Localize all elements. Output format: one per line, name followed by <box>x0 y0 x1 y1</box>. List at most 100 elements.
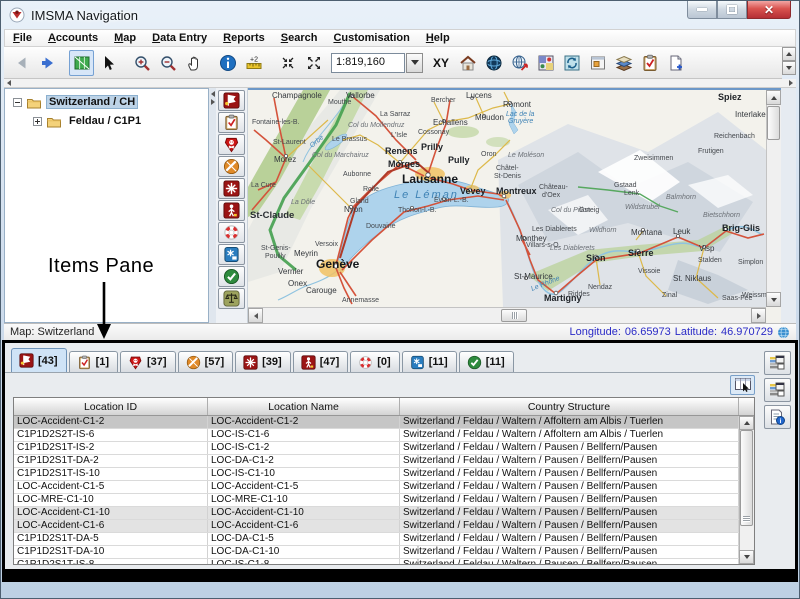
extent-out-button[interactable] <box>301 50 326 76</box>
map-select-button[interactable] <box>69 50 94 76</box>
map-hscroll-thumb[interactable] <box>501 309 527 322</box>
hazard-reduction-button[interactable] <box>218 156 245 177</box>
collapse-left-icon[interactable] <box>211 91 215 97</box>
maximize-button[interactable] <box>717 1 747 19</box>
table-row[interactable]: LOC-Accident-C1-5LOC-Accident-C1-5Switze… <box>14 481 739 494</box>
clipboard-button[interactable] <box>218 112 245 133</box>
scroll-up-icon[interactable] <box>782 47 796 61</box>
map-vscroll-thumb[interactable] <box>767 106 780 140</box>
measure-button[interactable]: +2 <box>241 50 266 76</box>
map-view[interactable]: ChampagnoleMoutheVallorbeFontaine-les-B.… <box>248 90 766 307</box>
table-vertical-scrollbar[interactable] <box>739 416 754 564</box>
tab-accident[interactable]: [43] <box>11 348 67 372</box>
table-scroll-down-icon[interactable] <box>739 550 754 564</box>
map-scroll-left-icon[interactable] <box>248 308 263 323</box>
window-panel-button[interactable] <box>585 50 610 76</box>
map-horizontal-scrollbar[interactable] <box>248 307 766 323</box>
table-scroll-up-icon[interactable] <box>739 416 754 430</box>
tree-node-label[interactable]: Switzerland / CH <box>46 95 138 109</box>
table-row[interactable]: LOC-Accident-C1-6LOC-Accident-C1-6Switze… <box>14 520 739 533</box>
map-scroll-up-icon[interactable] <box>766 90 781 105</box>
completed-button[interactable] <box>218 266 245 287</box>
table-row[interactable]: C1P1D2S1T-DA-5LOC-DA-C1-5Switzerland / F… <box>14 533 739 546</box>
scroll-down-icon[interactable] <box>782 61 796 75</box>
table-row[interactable]: LOC-MRE-C1-10LOC-MRE-C1-10Switzerland / … <box>14 494 739 507</box>
globe-button[interactable] <box>481 50 506 76</box>
map-scale-combo[interactable]: 1:819,160 <box>331 53 423 73</box>
tree-node[interactable]: Feldau / C1P1 <box>5 112 208 130</box>
tree-plus-expander-icon[interactable] <box>33 117 42 126</box>
column-header[interactable]: Location ID <box>14 398 208 415</box>
column-header[interactable]: Location Name <box>208 398 400 415</box>
map-vertical-scrollbar[interactable] <box>766 90 781 307</box>
table-vscroll-thumb[interactable] <box>740 430 753 526</box>
tab-education[interactable]: [11] <box>402 351 457 372</box>
info-button[interactable] <box>215 50 240 76</box>
layers-button[interactable] <box>611 50 636 76</box>
table-row[interactable]: C1P1D2S2T-IS-6LOC-IS-C1-6Switzerland / F… <box>14 429 739 442</box>
map-scale-dropdown-icon[interactable] <box>406 53 423 73</box>
accident-button[interactable] <box>218 90 245 111</box>
explosion-button[interactable] <box>218 178 245 199</box>
pan-button[interactable] <box>181 50 206 76</box>
table-row[interactable]: C1P1D2S1T-IS-8LOC-IS-C1-8Switzerland / F… <box>14 559 739 564</box>
map-tiles-button[interactable] <box>533 50 558 76</box>
toolbar-overflow-scroll[interactable] <box>782 47 796 79</box>
minimize-button[interactable] <box>687 1 717 19</box>
tab-lifebuoy[interactable]: [0] <box>350 351 399 372</box>
expand-right-icon[interactable] <box>211 99 215 105</box>
menu-accounts[interactable]: Accounts <box>40 31 106 45</box>
menu-file[interactable]: File <box>5 31 40 45</box>
tree-node-label[interactable]: Feldau / C1P1 <box>66 114 144 128</box>
hazard-button[interactable] <box>218 134 245 155</box>
menu-map[interactable]: Map <box>106 31 144 45</box>
table-row[interactable]: C1P1D2S1T-IS-2LOC-IS-C1-2Switzerland / F… <box>14 442 739 455</box>
tab-completed[interactable]: [11] <box>459 351 514 372</box>
victim-button[interactable] <box>218 200 245 221</box>
map-scale-value[interactable]: 1:819,160 <box>331 53 405 73</box>
items-list-button[interactable] <box>764 351 791 375</box>
tab-hazard-reduction[interactable]: [57] <box>178 351 234 372</box>
forward-button[interactable] <box>35 50 60 76</box>
zoom-in-button[interactable] <box>129 50 154 76</box>
close-button[interactable]: ✕ <box>747 1 791 19</box>
tab-clipboard[interactable]: [1] <box>69 351 118 372</box>
menu-reports[interactable]: Reports <box>215 31 273 45</box>
extent-in-button[interactable] <box>275 50 300 76</box>
tab-explosion[interactable]: [39] <box>235 351 291 372</box>
tab-victim[interactable]: [47] <box>293 351 349 372</box>
column-chooser-button[interactable] <box>730 375 755 395</box>
column-header[interactable]: Country Structure <box>400 398 739 415</box>
tab-hazard[interactable]: [37] <box>120 351 176 372</box>
item-report-button[interactable]: i <box>764 405 791 429</box>
lifebuoy-button[interactable] <box>218 222 245 243</box>
clipboard-check-button[interactable] <box>637 50 662 76</box>
menu-customisation[interactable]: Customisation <box>325 31 417 45</box>
scroll-right-icon[interactable] <box>789 80 793 86</box>
tree-minus-expander-icon[interactable] <box>13 98 22 107</box>
table-row[interactable]: C1P1D2S1T-IS-10LOC-IS-C1-10Switzerland /… <box>14 468 739 481</box>
menu-search[interactable]: Search <box>273 31 326 45</box>
tree-node[interactable]: Switzerland / CH <box>5 93 208 111</box>
map-scroll-right-icon[interactable] <box>751 308 766 323</box>
table-row[interactable]: LOC-Accident-C1-2LOC-Accident-C1-2Switze… <box>14 416 739 429</box>
zoom-out-button[interactable] <box>155 50 180 76</box>
doc-add-button[interactable] <box>663 50 688 76</box>
education-button[interactable] <box>218 244 245 265</box>
table-row[interactable]: LOC-Accident-C1-10LOC-Accident-C1-10Swit… <box>14 507 739 520</box>
globe-arrow-button[interactable] <box>507 50 532 76</box>
pointer-button[interactable] <box>95 50 120 76</box>
table-row[interactable]: C1P1D2S1T-DA-2LOC-DA-C1-2Switzerland / F… <box>14 455 739 468</box>
map-scroll-down-icon[interactable] <box>766 292 781 307</box>
scroll-left-icon[interactable] <box>7 80 11 86</box>
menu-help[interactable]: Help <box>418 31 458 45</box>
items-list-button[interactable] <box>764 378 791 402</box>
map-refresh-button[interactable] <box>559 50 584 76</box>
menu-data-entry[interactable]: Data Entry <box>144 31 215 45</box>
justice-button[interactable] <box>218 288 245 309</box>
title-bar[interactable]: IMSMA Navigation ✕ <box>1 1 799 29</box>
home-button[interactable] <box>455 50 480 76</box>
split-divider[interactable] <box>209 88 216 323</box>
xy-coordinates-button[interactable]: XY <box>428 56 454 70</box>
toolbar-scroll-strip[interactable] <box>4 79 796 88</box>
